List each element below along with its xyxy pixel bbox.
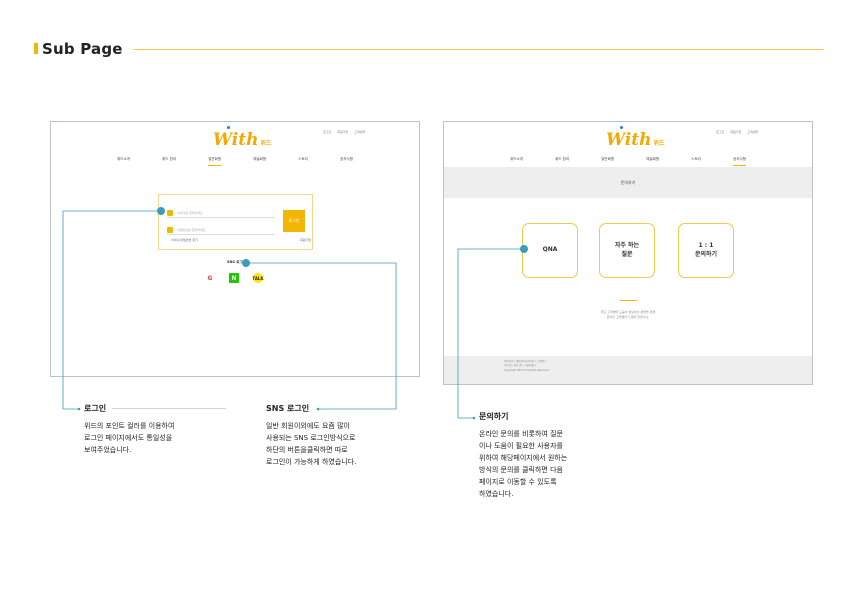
login-annotation-body: 위드의 포인트 컬러를 이용하여 로그인 페이지에서도 통일성을 보여주었습니다… (84, 422, 175, 455)
qna-annotation-title-row: 문의하기 (479, 411, 604, 422)
nav-item[interactable]: 스토리 (298, 157, 308, 166)
qna-annotation-body: 온라인 문의를 비롯하여 질문 이나 도움이 필요한 사용자를 위하여 해당페이… (479, 430, 568, 499)
nav-item[interactable]: 위드 참여 (555, 157, 569, 166)
util-login-link[interactable]: 로그인 (323, 130, 331, 134)
login-options: 아이디/비밀번호 찾기 회원가입 (171, 238, 311, 242)
section-divider (620, 300, 637, 301)
nav-item[interactable]: 예술회원 (253, 157, 266, 166)
find-account-link[interactable]: 아이디/비밀번호 찾기 (171, 238, 198, 242)
google-icon[interactable]: G (205, 273, 215, 283)
id-field[interactable]: 아이디를 입력하세요 (167, 208, 275, 218)
main-nav: 위드소개 위드 참여 일반회원 예술회원 스토리 공지사항 (444, 157, 812, 166)
password-field[interactable]: 비밀번호를 입력하세요 (167, 225, 275, 235)
login-connector-end (77, 407, 81, 411)
faq-card[interactable]: 자주 하는 질문 (599, 223, 655, 278)
logo-sub: 위드 (260, 140, 272, 147)
util-signup-link[interactable]: 회원가입 (337, 130, 348, 134)
mock-footer: 이용약관 | 개인정보처리방침 | 고객센터 (주)위드 대표 위드 서울특별시… (444, 356, 812, 384)
with-logo[interactable]: With 위드 (606, 126, 665, 150)
annotation-rule (112, 408, 226, 409)
cs-page-mockup: With 위드 로그인 회원가입 고객센터 위드소개 위드 참여 일반회원 예술회… (443, 121, 813, 385)
band-title: 문의하기 (620, 180, 636, 185)
main-nav: 위드소개 위드 참여 일반회원 예술회원 스토리 공지사항 (51, 157, 419, 166)
naver-icon[interactable]: N (229, 273, 239, 283)
page-title-band: 문의하기 (444, 167, 812, 198)
header-accent-bar (34, 43, 38, 54)
util-links: 로그인 회원가입 고객센터 (716, 130, 758, 134)
logo-dot (227, 126, 230, 129)
sns-annotation-title: SNS 로그인 (266, 404, 310, 413)
with-logo[interactable]: With 위드 (213, 126, 272, 150)
util-cs-link[interactable]: 고객센터 (354, 130, 365, 134)
logo-dot (620, 126, 623, 129)
login-button[interactable]: 로그인 (283, 210, 305, 232)
nav-item[interactable]: 예술회원 (646, 157, 659, 166)
logo-text: With (213, 130, 259, 150)
qna-annotation-title: 문의하기 (479, 412, 509, 421)
page-header: Sub Page (34, 40, 824, 60)
cs-description: 위드 고객센터 도움이 필요하신 분들을 위해 온라인 고객센터가 열려 있습니… (600, 310, 656, 319)
sns-icon-group: G N TALK (205, 273, 264, 283)
signup-link[interactable]: 회원가입 (300, 238, 311, 242)
util-cs-link[interactable]: 고객센터 (747, 130, 758, 134)
nav-item-active[interactable]: 일반회원 (208, 157, 222, 166)
nav-item[interactable]: 일반회원 (601, 157, 614, 166)
qna-connector-end (472, 416, 476, 420)
nav-item[interactable]: 위드소개 (510, 157, 523, 166)
login-page-mockup: With 위드 로그인 회원가입 고객센터 위드소개 위드 참여 일반회원 예술회… (50, 121, 420, 377)
login-annotation: 로그인 위드의 포인트 컬러를 이용하여 로그인 페이지에서도 통일성을 보여주… (84, 403, 226, 456)
kakao-icon[interactable]: TALK (252, 273, 264, 283)
login-annotation-title: 로그인 (84, 404, 107, 413)
logo-text: With (606, 130, 652, 150)
sns-annotation: SNS 로그인 일반 회원이외에도 요즘 많이 사용되는 SNS 로그인방식으로… (266, 403, 396, 468)
sns-login-title: SNS 로그인 (227, 260, 246, 264)
nav-item[interactable]: 위드소개 (117, 157, 130, 166)
header-rule (134, 49, 824, 50)
sns-annotation-body: 일반 회원이외에도 요즘 많이 사용되는 SNS 로그인방식으로 하단의 버튼을… (266, 422, 357, 467)
util-links: 로그인 회원가입 고객센터 (323, 130, 365, 134)
nav-item[interactable]: 스토리 (691, 157, 701, 166)
password-placeholder: 비밀번호를 입력하세요 (177, 227, 206, 232)
nav-item-active[interactable]: 공지사항 (733, 157, 746, 166)
nav-item[interactable]: 공지사항 (340, 157, 353, 166)
qna-annotation: 문의하기 온라인 문의를 비롯하여 질문 이나 도움이 필요한 사용자를 위하여… (479, 411, 604, 500)
util-login-link[interactable]: 로그인 (716, 130, 724, 134)
login-annotation-title-row: 로그인 (84, 403, 226, 414)
nav-item[interactable]: 위드 참여 (162, 157, 176, 166)
qna-card[interactable]: QNA (522, 223, 578, 278)
one-to-one-card[interactable]: 1 : 1 문의하기 (678, 223, 734, 278)
id-placeholder: 아이디를 입력하세요 (177, 210, 203, 215)
qna-card-label: QNA (542, 246, 558, 254)
user-icon (167, 209, 173, 216)
login-box: 아이디를 입력하세요 비밀번호를 입력하세요 로그인 아이디/비밀번호 찾기 회… (158, 194, 313, 250)
faq-card-label: 자주 하는 질문 (614, 242, 640, 258)
one-to-one-card-label: 1 : 1 문의하기 (694, 242, 718, 258)
page-title: Sub Page (42, 40, 123, 58)
lock-icon (167, 226, 173, 233)
logo-sub: 위드 (653, 140, 665, 147)
util-signup-link[interactable]: 회원가입 (730, 130, 741, 134)
sns-annotation-title-row: SNS 로그인 (266, 403, 396, 414)
